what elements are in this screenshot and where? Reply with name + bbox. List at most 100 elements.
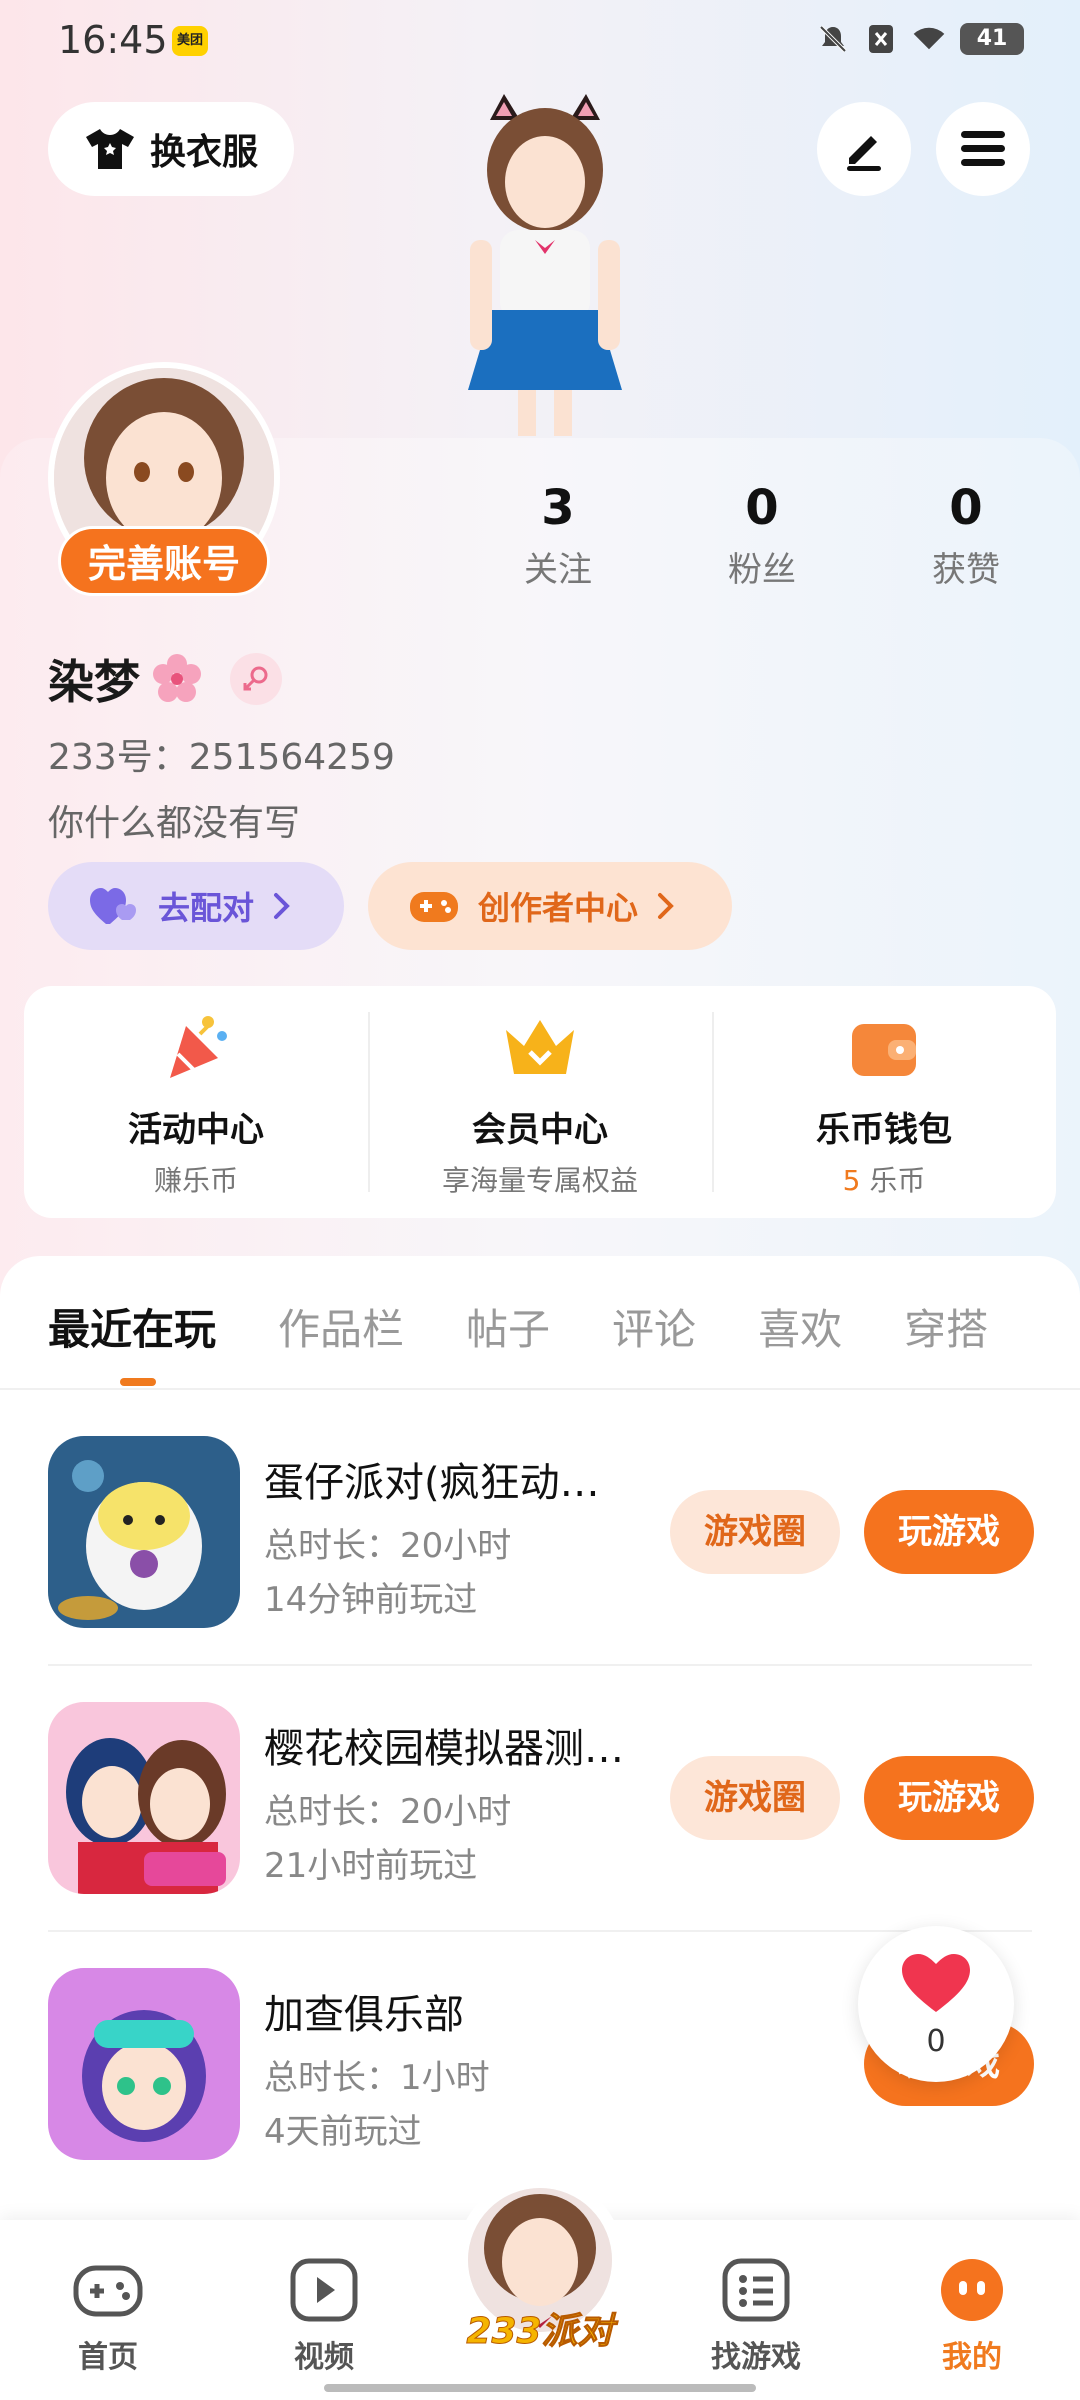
edit-profile-button[interactable] (817, 102, 911, 196)
bottom-nav: 首页 视频 233派对 找游戏 我的 (0, 2176, 1080, 2400)
game-duration: 总时长：20小时 (264, 1792, 512, 1832)
creator-center-label: 创作者中心 (478, 889, 639, 927)
tab-likes[interactable]: 喜欢 (758, 1296, 842, 1357)
member-center-sub: 享海量专属权益 (441, 1164, 638, 1197)
activity-center-sub: 赚乐币 (153, 1164, 238, 1197)
tab-comments[interactable]: 评论 (612, 1296, 696, 1357)
complete-account-button[interactable]: 完善账号 (58, 526, 270, 596)
battery-icon: 41 (960, 23, 1024, 55)
following-count: 3 (541, 480, 575, 536)
creator-center-button[interactable]: 创作者中心 (368, 862, 732, 950)
nav-233-party[interactable]: 233派对 (456, 2176, 624, 2353)
chevron-right-icon (658, 893, 674, 919)
nav-mine[interactable]: 我的 (902, 2254, 1042, 2376)
likes-count: 0 (949, 480, 983, 536)
followers-stat[interactable]: 0 粉丝 (697, 480, 827, 591)
game-duration: 总时长：20小时 (264, 1526, 512, 1566)
likes-label: 获赞 (932, 550, 1000, 590)
wallet-icon (844, 1008, 924, 1088)
coin-wallet-title: 乐币钱包 (816, 1110, 952, 1150)
party-label: 233派对 (466, 2311, 614, 2353)
tab-divider (0, 1388, 1080, 1390)
shirt-icon (85, 129, 134, 169)
hamburger-menu-icon (961, 131, 1005, 166)
coin-wallet-sub: 5 乐币 (712, 1159, 1056, 1199)
member-center[interactable]: 会员中心 享海量专属权益 (368, 986, 712, 1218)
game-circle-button[interactable]: 游戏圈 (670, 1490, 840, 1574)
followers-label: 粉丝 (728, 550, 796, 590)
game-duration: 总时长：1小时 (264, 2058, 490, 2098)
sakura-icon (153, 654, 201, 702)
user-bio: 你什么都没有写 (48, 803, 301, 844)
game-last-played: 14分钟前玩过 (264, 1580, 478, 1620)
status-bar: 16:45 美团 41 (0, 0, 1080, 84)
username-row: 染梦 (48, 646, 282, 712)
following-stat[interactable]: 3 关注 (493, 480, 623, 591)
smile-face-icon (936, 2254, 1008, 2326)
tab-recent-played[interactable]: 最近在玩 (48, 1296, 216, 1357)
following-label: 关注 (524, 550, 592, 590)
home-indicator (324, 2384, 756, 2392)
game-circle-button[interactable]: 游戏圈 (670, 1756, 840, 1840)
status-time: 16:45 (58, 18, 168, 62)
coin-unit: 乐币 (869, 1164, 926, 1197)
tab-works[interactable]: 作品栏 (278, 1296, 404, 1357)
game-title: 加查俱乐部 (264, 1992, 464, 2038)
no-sim-icon (864, 22, 898, 56)
eggy-party-game-icon[interactable] (48, 1436, 240, 1628)
nav-mine-label: 我的 (942, 2340, 1002, 2375)
crown-icon (500, 1008, 580, 1088)
video-play-icon (288, 2254, 360, 2326)
play-game-button[interactable]: 玩游戏 (864, 1490, 1034, 1574)
match-label: 去配对 (158, 889, 255, 927)
double-heart-icon (90, 888, 136, 924)
game-last-played: 4天前玩过 (264, 2112, 422, 2152)
user-id: 233号：251564259 (48, 737, 395, 778)
female-gender-icon (230, 653, 282, 705)
gacha-club-game-icon[interactable] (48, 1968, 240, 2160)
game-row[interactable]: 蛋仔派对(疯狂动… 总时长：20小时 14分钟前玩过 游戏圈 玩游戏 (0, 1400, 1080, 1666)
service-card: 活动中心 赚乐币 会员中心 享海量专属权益 乐币钱包 5 乐币 (24, 986, 1056, 1218)
mute-bell-icon (816, 22, 850, 56)
like-count: 0 (926, 2024, 946, 2059)
member-center-title: 会员中心 (472, 1110, 608, 1150)
game-title: 蛋仔派对(疯狂动… (264, 1460, 600, 1506)
game-last-played: 21小时前玩过 (264, 1846, 478, 1886)
change-outfit-button[interactable]: 换衣服 (48, 102, 294, 196)
pen-icon (847, 136, 881, 171)
change-outfit-label: 换衣服 (149, 132, 258, 173)
tab-outfits[interactable]: 穿搭 (904, 1296, 988, 1357)
party-popper-icon (156, 1008, 236, 1088)
match-button[interactable]: 去配对 (48, 862, 344, 950)
nav-find-game[interactable]: 找游戏 (686, 2254, 826, 2376)
gamepad-icon (72, 2254, 144, 2326)
tab-indicator (120, 1378, 156, 1386)
activity-center[interactable]: 活动中心 赚乐币 (24, 986, 368, 1218)
floating-like-button[interactable]: 0 (858, 1926, 1014, 2082)
nav-home-label: 首页 (78, 2340, 138, 2375)
nav-video[interactable]: 视频 (254, 2254, 394, 2376)
nav-find-game-label: 找游戏 (711, 2340, 801, 2375)
play-game-button[interactable]: 玩游戏 (864, 1756, 1034, 1840)
likes-stat[interactable]: 0 获赞 (901, 480, 1031, 591)
sakura-school-game-icon[interactable] (48, 1702, 240, 1894)
activity-center-title: 活动中心 (128, 1110, 264, 1150)
menu-button[interactable] (936, 102, 1030, 196)
username: 染梦 (48, 655, 140, 709)
list-icon (720, 2254, 792, 2326)
gamepad-icon (410, 892, 458, 922)
nav-video-label: 视频 (294, 2340, 354, 2375)
coin-wallet[interactable]: 乐币钱包 5 乐币 (712, 986, 1056, 1218)
avatar-character[interactable] (410, 90, 680, 440)
status-icons: 41 (816, 22, 1024, 56)
profile-tabs: 最近在玩 作品栏 帖子 评论 喜欢 穿搭 (48, 1296, 1050, 1357)
meituan-app-icon: 美团 (172, 26, 208, 56)
wifi-icon (912, 22, 946, 56)
game-row[interactable]: 樱花校园模拟器测… 总时长：20小时 21小时前玩过 游戏圈 玩游戏 (0, 1666, 1080, 1932)
chevron-right-icon (274, 893, 290, 919)
followers-count: 0 (745, 480, 779, 536)
nav-home[interactable]: 首页 (38, 2254, 178, 2376)
coin-balance: 5 (842, 1164, 861, 1197)
tab-posts[interactable]: 帖子 (466, 1296, 550, 1357)
game-title: 樱花校园模拟器测… (264, 1726, 624, 1772)
